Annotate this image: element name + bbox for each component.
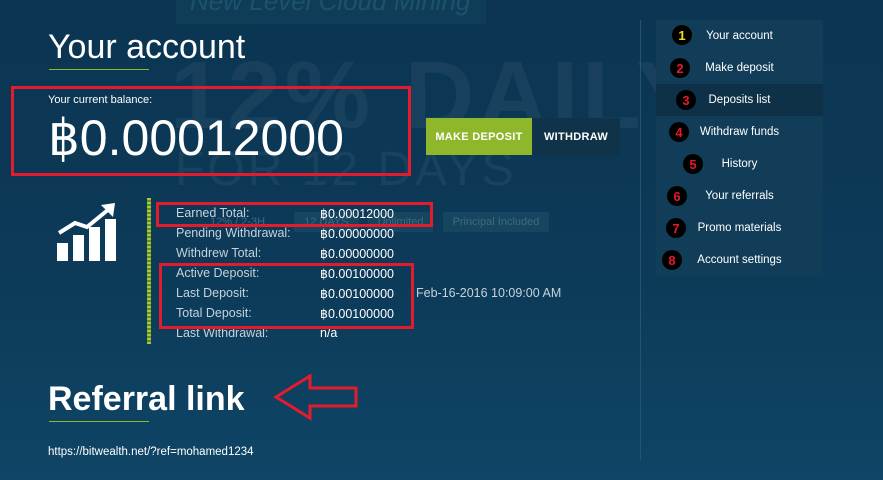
title-underline <box>49 69 149 70</box>
sidebar-item-label: Your account <box>706 30 773 42</box>
annotation-number-badge: 8 <box>662 250 682 270</box>
stat-value: n/a <box>320 326 338 340</box>
stat-label: Pending Withdrawal: <box>176 226 291 240</box>
annotation-number-badge: 7 <box>666 218 686 238</box>
background-banner: New Level Cloud Mining <box>176 0 486 24</box>
column-divider <box>640 20 641 460</box>
page-title: Your account <box>48 28 246 66</box>
sidebar-item-label: Your referrals <box>705 190 774 202</box>
annotation-number-badge: 3 <box>676 90 696 110</box>
stats-row-last-withdrawal: Last Withdrawal: n/a <box>176 326 416 346</box>
referral-title: Referral link <box>48 380 245 418</box>
stats-row-pending-withdrawal: Pending Withdrawal: ฿0.00000000 <box>176 226 416 246</box>
referral-url[interactable]: https://bitwealth.net/?ref=mohamed1234 <box>48 446 254 458</box>
annotation-number-badge: 4 <box>669 122 689 142</box>
make-deposit-button[interactable]: MAKE DEPOSIT <box>426 118 532 155</box>
deposits-highlight-box <box>159 263 414 329</box>
earned-highlight-box <box>156 202 433 227</box>
growth-chart-icon <box>57 203 116 261</box>
annotation-number-badge: 6 <box>667 186 687 206</box>
stat-date: Feb-16-2016 10:09:00 AM <box>416 286 562 300</box>
sidebar-item-label: Account settings <box>697 254 782 266</box>
withdraw-button[interactable]: WITHDRAW <box>532 118 620 155</box>
annotation-number-badge: 1 <box>672 25 692 45</box>
sidebar-item-label: Promo materials <box>697 222 782 234</box>
background-tag: Principal Included <box>442 212 550 232</box>
sidebar-item-history[interactable]: History <box>656 148 823 180</box>
annotation-arrow-icon <box>273 373 358 421</box>
stats-accent-bar <box>147 198 151 344</box>
annotation-number-badge: 2 <box>670 58 690 78</box>
balance-value: ฿0.00012000 <box>48 110 344 166</box>
stat-value: ฿0.00000000 <box>320 227 394 241</box>
annotation-number-badge: 5 <box>683 154 703 174</box>
balance-label: Your current balance: <box>48 94 153 106</box>
sidebar-item-label: Make deposit <box>705 62 774 74</box>
stat-label: Last Withdrawal: <box>176 326 269 340</box>
referral-underline <box>49 421 149 422</box>
sidebar-item-label: Deposits list <box>708 94 771 106</box>
sidebar-item-label: History <box>721 158 758 170</box>
sidebar-item-label: Withdraw funds <box>699 126 780 138</box>
